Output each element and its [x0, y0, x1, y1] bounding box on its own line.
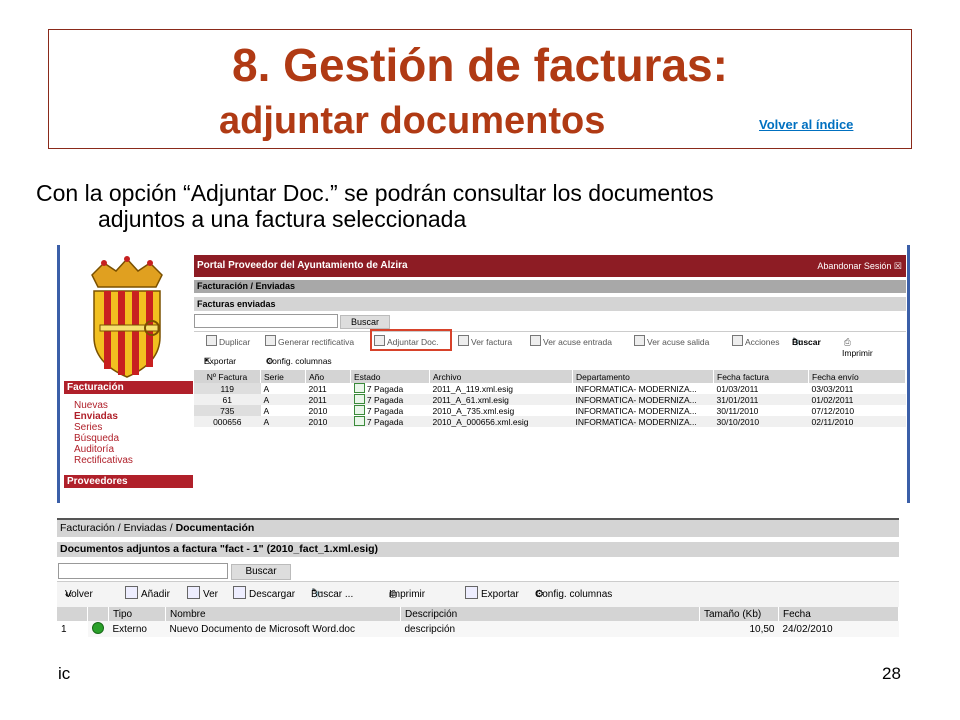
intro-line2: adjuntos a una factura seleccionada — [98, 206, 467, 232]
document-icon — [265, 335, 276, 346]
slide-title-line2: adjuntar documentos — [219, 100, 606, 142]
logout-link[interactable]: Abandonar Sesión ☒ — [817, 255, 902, 277]
col-header[interactable]: Tamaño (Kb) — [699, 607, 779, 621]
nav-facturacion-list: Nuevas Enviadas Series Búsqueda Auditorí… — [74, 400, 184, 466]
footer-left-text: ic — [58, 664, 71, 683]
section-title: Documentos adjuntos a factura "fact - 1"… — [57, 542, 899, 557]
paid-status-icon — [353, 383, 365, 393]
col-header[interactable]: Departamento — [572, 370, 714, 383]
magnifier-icon — [458, 335, 469, 346]
duplicate-icon — [206, 335, 217, 346]
paid-status-icon — [353, 394, 365, 404]
portal-title: Portal Proveedor del Ayuntamiento de Alz… — [197, 260, 408, 271]
col-header[interactable]: Nº Factura — [194, 370, 261, 383]
col-header — [87, 607, 109, 621]
search-row: Buscar — [57, 557, 899, 581]
col-header[interactable]: Fecha factura — [713, 370, 809, 383]
export-button[interactable]: Exportar — [465, 582, 519, 607]
nav-item-enviadas[interactable]: Enviadas — [74, 411, 184, 422]
status-icon — [91, 621, 104, 634]
view-button[interactable]: Ver — [187, 582, 218, 607]
table-row[interactable]: 735 A 2010 7 Pagada 2010_A_735.xml.esig … — [194, 405, 906, 416]
paid-status-icon — [353, 416, 365, 426]
breadcrumb-path: Facturación / Enviadas / — [60, 522, 176, 534]
invoice-app: Portal Proveedor del Ayuntamiento de Alz… — [194, 255, 906, 427]
intro-text: Con la opción “Adjuntar Doc.” se podrán … — [36, 180, 916, 232]
invoice-toolbar-secondary: ⇱ Exportar ⚙ Config. columnas Imprimir — [194, 348, 906, 370]
duplicate-button[interactable]: Duplicar — [206, 332, 250, 352]
nav-proveedores-header[interactable]: Proveedores — [64, 475, 193, 488]
slide-title-line1: 8. Gestión de facturas: — [232, 39, 728, 91]
add-document-icon — [125, 586, 138, 599]
slide-title-box: 8. Gestión de facturas: adjuntar documen… — [48, 29, 912, 149]
col-header[interactable]: Nombre — [165, 607, 401, 621]
search-input[interactable] — [58, 563, 228, 579]
download-button[interactable]: Descargar — [233, 582, 295, 607]
magnifier-icon — [187, 586, 200, 599]
attach-doc-highlight — [370, 329, 452, 351]
breadcrumb-current: Documentación — [175, 522, 255, 534]
col-header — [57, 607, 88, 621]
col-header[interactable]: Fecha envío — [808, 370, 906, 383]
search-button[interactable]: Buscar — [340, 315, 390, 329]
invoice-table: Nº Factura Serie Año Estado Archivo Depa… — [194, 370, 906, 427]
nav-item-series[interactable]: Series — [74, 422, 184, 433]
add-button[interactable]: Añadir — [125, 582, 170, 607]
col-header[interactable]: Archivo — [429, 370, 573, 383]
search-button[interactable]: Buscar — [231, 564, 291, 580]
nav-item-busqueda[interactable]: Búsqueda — [74, 433, 184, 444]
alzira-coat-of-arms-logo — [64, 253, 190, 381]
generate-rectificativa-button[interactable]: Generar rectificativa — [265, 332, 354, 352]
back-to-index-link[interactable]: Volver al índice — [759, 117, 853, 132]
view-entry-receipt-button[interactable]: Ver acuse entrada — [530, 332, 612, 352]
documents-table: Tipo Nombre Descripción Tamaño (Kb) Fech… — [57, 607, 899, 637]
actions-icon — [732, 335, 743, 346]
nav-item-nuevas[interactable]: Nuevas — [74, 400, 184, 411]
table-row[interactable]: 1 Externo Nuevo Documento de Microsoft W… — [57, 621, 899, 637]
col-header[interactable]: Tipo — [108, 607, 166, 621]
paid-status-icon — [353, 405, 365, 415]
download-icon — [233, 586, 246, 599]
table-row[interactable]: 119 A 2011 7 Pagada 2011_A_119.xml.esig … — [194, 383, 906, 394]
documents-toolbar: ‹‹ Volver Añadir Ver Descargar 🔭 Buscar … — [57, 581, 899, 607]
export-icon — [465, 586, 478, 599]
col-header[interactable]: Serie — [260, 370, 306, 383]
portal-header-bar: Portal Proveedor del Ayuntamiento de Alz… — [194, 255, 906, 277]
page-number: 28 — [882, 664, 901, 683]
receipt-icon — [634, 335, 645, 346]
section-title: Facturas enviadas — [194, 297, 906, 311]
breadcrumb: Facturación / Enviadas — [194, 280, 906, 293]
nav-item-auditoria[interactable]: Auditoría — [74, 444, 184, 455]
actions-button[interactable]: Acciones — [732, 332, 780, 352]
search-row: Buscar — [194, 311, 906, 331]
intro-line1: Con la opción “Adjuntar Doc.” se podrán … — [36, 180, 714, 206]
view-invoice-button[interactable]: Ver factura — [458, 332, 512, 352]
col-header[interactable]: Año — [305, 370, 351, 383]
table-row[interactable]: 61 A 2011 7 Pagada 2011_A_61.xml.esig IN… — [194, 394, 906, 405]
breadcrumb: Facturación / Enviadas / Documentación — [57, 518, 899, 537]
nav-item-rectificativas[interactable]: Rectificativas — [74, 455, 184, 466]
col-header[interactable]: Descripción — [400, 607, 700, 621]
col-header[interactable]: Fecha — [778, 607, 899, 621]
attached-documents-screenshot: Facturación / Enviadas / Documentación D… — [57, 518, 899, 660]
table-row[interactable]: 000656 A 2010 7 Pagada 2010_A_000656.xml… — [194, 416, 906, 427]
search-input[interactable] — [194, 314, 338, 328]
receipt-icon — [530, 335, 541, 346]
close-icon: ☒ — [893, 261, 902, 271]
view-exit-receipt-button[interactable]: Ver acuse salida — [634, 332, 709, 352]
invoice-list-screenshot: Facturación Nuevas Enviadas Series Búsqu… — [57, 245, 910, 503]
nav-facturacion-header[interactable]: Facturación — [64, 381, 193, 394]
col-header[interactable]: Estado — [350, 370, 430, 383]
print-button[interactable]: Imprimir — [842, 344, 873, 362]
invoice-toolbar: Duplicar Generar rectificativa Adjuntar … — [194, 329, 906, 352]
